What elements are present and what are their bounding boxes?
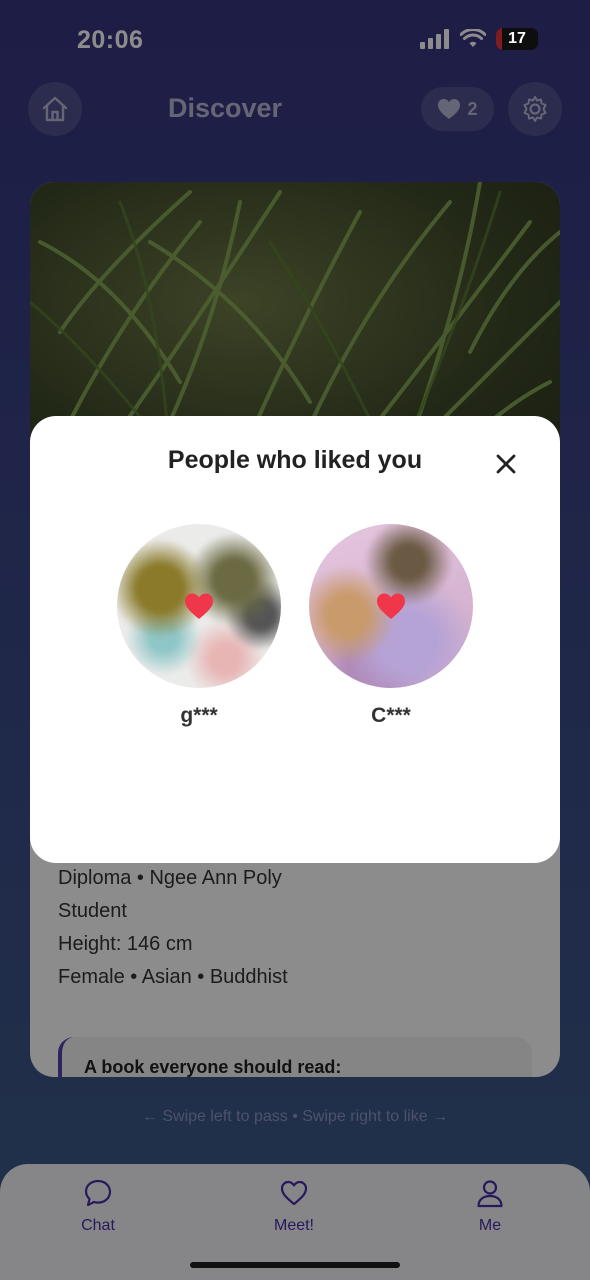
- likes-modal: People who liked you g*** C***: [30, 416, 560, 863]
- liker-name: C***: [371, 704, 411, 727]
- avatar: [117, 524, 281, 688]
- modal-title: People who liked you: [167, 446, 423, 474]
- heart-icon: [185, 593, 213, 619]
- battery-level: 17: [508, 30, 526, 47]
- heart-icon: [377, 593, 405, 619]
- close-icon[interactable]: [492, 450, 520, 478]
- liker-card[interactable]: g***: [117, 524, 281, 728]
- liker-name: g***: [180, 704, 218, 727]
- home-indicator: [190, 1262, 400, 1268]
- liker-card[interactable]: C***: [309, 524, 473, 728]
- avatar: [309, 524, 473, 688]
